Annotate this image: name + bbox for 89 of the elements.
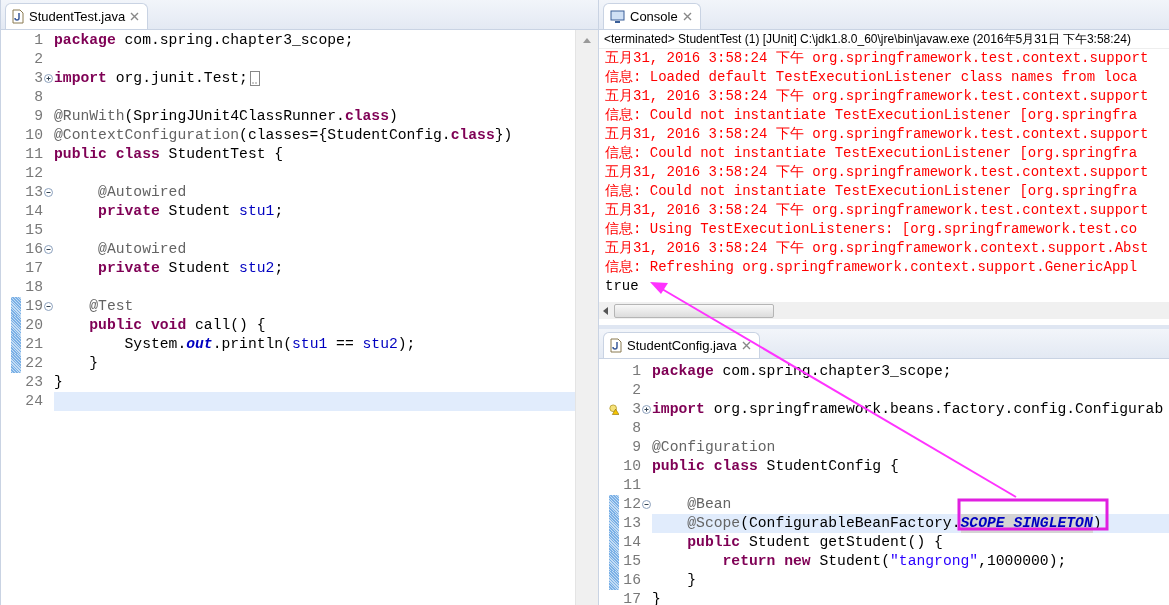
line-number: 11 [24,145,43,164]
line-number: 3 [33,69,43,88]
code-line: @Autowired [97,183,188,202]
editor-tab[interactable]: StudentTest.java [5,3,149,29]
console-line: 信息: Using TestExecutionListeners: [org.springframework.test.co [605,220,1139,239]
code-line: private Student stu2; [97,259,285,278]
line-number: 23 [24,373,43,392]
collapse-icon[interactable] [44,302,53,311]
close-icon[interactable] [741,341,751,350]
line-number: 12 [24,164,43,183]
monitor-icon [610,9,625,24]
collapse-icon[interactable] [44,188,53,197]
java-file-icon [610,338,622,353]
line-number: 21 [24,335,43,354]
code-line: public class StudentConfig { [652,457,900,476]
line-number: 14 [622,533,641,552]
line-number: 15 [24,221,43,240]
expand-icon[interactable] [44,74,53,83]
line-number: 24 [24,392,43,411]
code-line: public class StudentTest { [54,145,285,164]
line-number: 16 [24,240,43,259]
console-line: 信息: Could not instantiate TestExecutionListener [org.springfra [605,182,1139,201]
console-line: 五月31, 2016 3:58:24 下午 org.springframework.test.context.support [605,87,1150,106]
code-line: @RunWith(SpringJUnit4ClassRunner.class) [54,107,399,126]
code-line: return new Student("tangrong",1000000); [721,552,1068,571]
code-line: public void call() { [88,316,267,335]
console-line: true [605,277,640,296]
console-line: 信息: Refreshing org.springframework.context.support.GenericAppl [605,258,1139,277]
close-icon[interactable] [130,12,140,21]
code-line: import org.junit.Test; [54,69,575,88]
expand-icon[interactable] [642,405,651,414]
code-line: } [54,373,64,392]
code-line: @Bean [686,495,733,514]
code-line: @Configuration [652,438,777,457]
code-line: } [686,571,698,590]
line-number: 20 [24,316,43,335]
scroll-left-icon[interactable] [603,306,608,315]
line-number: 16 [622,571,641,590]
horizontal-scrollbar[interactable] [599,302,1169,319]
code-line: private Student stu1; [97,202,285,221]
line-number: 11 [622,476,641,495]
console-line: 五月31, 2016 3:58:24 下午 org.springframework.test.context.support [605,201,1150,220]
close-icon[interactable] [682,12,692,21]
java-file-icon [12,9,24,24]
line-number: 13 [24,183,43,202]
line-number: 9 [631,438,641,457]
console-line: 信息: Could not instantiate TestExecutionListener [org.springfra [605,144,1139,163]
line-number: 17 [622,590,641,605]
collapse-icon[interactable] [642,500,651,509]
line-number: 1 [33,31,43,50]
warning-bulb-icon[interactable] [609,403,619,416]
line-number: 2 [33,50,43,69]
code-line: @ContextConfiguration(classes={StudentConfig.class}) [54,126,514,145]
console-line: 信息: Loaded default TestExecutionListener class names from loca [605,68,1139,87]
line-number: 19 [24,297,43,316]
scroll-up-icon[interactable] [583,38,591,43]
line-number: 18 [24,278,43,297]
line-number: 10 [24,126,43,145]
line-number: 9 [33,107,43,126]
vertical-scrollbar[interactable] [575,30,598,605]
line-number: 13 [622,514,641,533]
code-line: @Autowired [97,240,188,259]
code-line: package com.spring.chapter3_scope; [54,31,355,50]
scrollbar-thumb[interactable] [614,303,774,318]
line-number: 15 [622,552,641,571]
console-line: 五月31, 2016 3:58:24 下午 org.springframework.test.context.support [605,163,1150,182]
code-line: public Student getStudent() { [686,533,944,552]
line-number: 2 [631,381,641,400]
code-line: @Test [88,297,135,316]
line-number: 1 [631,362,641,381]
line-number: 10 [622,457,641,476]
console-line: 五月31, 2016 3:58:24 下午 org.springframework.test.context.support [605,125,1150,144]
console-status: <terminated> StudentTest (1) [JUnit] C:\jdk1.8.0_60\jre\bin\javaw.exe (2016年5月31日 下午3:58:24) [603,31,1132,48]
line-number: 3 [631,400,641,419]
line-number: 14 [24,202,43,221]
line-number: 8 [33,88,43,107]
console-line: 五月31, 2016 3:58:24 下午 org.springframework.context.support.Abst [605,239,1150,258]
line-number: 12 [622,495,641,514]
console-line: 信息: Could not instantiate TestExecutionListener [org.springfra [605,106,1139,125]
collapse-icon[interactable] [44,245,53,254]
line-number: 22 [24,354,43,373]
line-number: 8 [631,419,641,438]
editor-tab[interactable]: StudentConfig.java [603,332,760,358]
line-number: 17 [24,259,43,278]
folded-code-icon[interactable] [249,71,260,86]
console-tab[interactable]: Console [603,3,701,29]
code-line: } [88,354,100,373]
console-line: 五月31, 2016 3:58:24 下午 org.springframework.test.context.support [605,49,1150,68]
code-line: System.out.println(stu1 == stu2); [123,335,417,354]
